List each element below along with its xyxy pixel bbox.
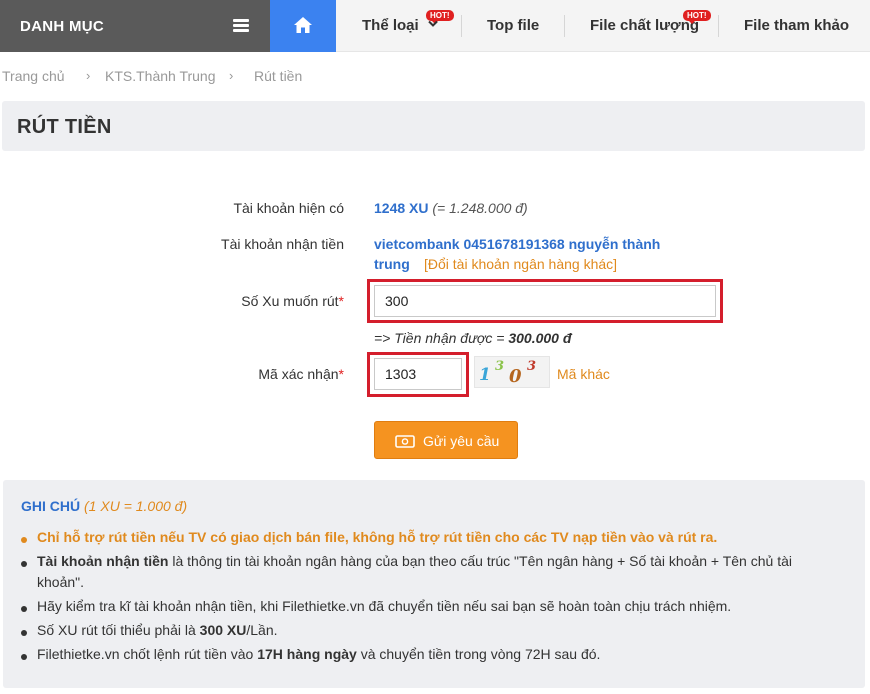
submit-button[interactable]: Gửi yêu cầu bbox=[374, 421, 518, 459]
chevron-down-icon bbox=[428, 20, 438, 27]
account-balance-label: Tài khoản hiện có bbox=[233, 200, 344, 216]
bullet bbox=[21, 654, 27, 660]
page-title: RÚT TIỀN bbox=[17, 116, 112, 138]
category-menu-button[interactable]: DANH MỤC bbox=[0, 0, 270, 52]
category-menu-label: DANH MỤC bbox=[20, 18, 105, 35]
notes-title: GHI CHÚ (1 XU = 1.000 đ) bbox=[21, 498, 188, 514]
page-title-panel: RÚT TIỀN bbox=[2, 101, 865, 151]
receive-account-value-line1: vietcombank 0451678191368 nguyễn thành bbox=[374, 236, 661, 252]
hamburger-icon bbox=[233, 19, 249, 32]
bullet bbox=[21, 630, 27, 636]
breadcrumb-link-home[interactable]: Trang chủ bbox=[2, 68, 65, 84]
nav-item-file-tham-khao[interactable]: File tham khảo bbox=[744, 0, 849, 52]
breadcrumb-separator: › bbox=[229, 68, 234, 83]
note-item: Hãy kiểm tra kĩ tài khoản nhận tiền, khi… bbox=[37, 598, 732, 614]
top-nav: DANH MỤC Thể loại HOT! Top file File chấ… bbox=[0, 0, 870, 52]
home-icon bbox=[294, 17, 312, 33]
note-item: Số XU rút tối thiểu phải là 300 XU/Lần. bbox=[37, 622, 278, 638]
receive-amount-text: => Tiền nhận được = 300.000 đ bbox=[374, 330, 572, 346]
nav-item-label: File chất lượng bbox=[590, 17, 700, 34]
breadcrumb-current: Rút tiền bbox=[254, 68, 303, 84]
nav-divider bbox=[461, 15, 462, 37]
captcha-input[interactable] bbox=[374, 358, 462, 390]
bullet bbox=[21, 537, 27, 543]
hot-badge: HOT! bbox=[683, 10, 711, 24]
captcha-label: Mã xác nhận* bbox=[258, 366, 344, 382]
bullet bbox=[21, 561, 27, 567]
nav-divider bbox=[564, 15, 565, 37]
receive-account-label: Tài khoản nhận tiền bbox=[221, 236, 344, 252]
notes-panel: GHI CHÚ (1 XU = 1.000 đ) Chỉ hỗ trợ rút … bbox=[3, 480, 865, 688]
nav-item-the-loai[interactable]: Thể loại bbox=[362, 0, 419, 52]
submit-button-label: Gửi yêu cầu bbox=[423, 433, 500, 449]
nav-item-label: Thể loại bbox=[362, 17, 419, 34]
change-bank-link[interactable]: [Đổi tài khoản ngân hàng khác] bbox=[424, 256, 617, 272]
captcha-image: 1 3 0 3 bbox=[474, 356, 550, 388]
note-item: Filethietke.vn chốt lệnh rút tiền vào 17… bbox=[37, 646, 601, 662]
breadcrumb-separator: › bbox=[86, 68, 91, 83]
nav-item-top-file[interactable]: Top file bbox=[487, 0, 539, 52]
nav-item-label: File tham khảo bbox=[744, 17, 850, 34]
money-icon bbox=[395, 435, 415, 448]
captcha-refresh-link[interactable]: Mã khác bbox=[557, 366, 610, 382]
amount-input[interactable] bbox=[374, 285, 716, 317]
note-item: Tài khoản nhận tiền là thông tin tài kho… bbox=[37, 553, 792, 590]
note-item: Chỉ hỗ trợ rút tiền nếu TV có giao dịch … bbox=[37, 529, 718, 545]
amount-label: Số Xu muốn rút* bbox=[241, 293, 344, 309]
nav-item-label: Top file bbox=[487, 17, 540, 34]
bullet bbox=[21, 606, 27, 612]
nav-divider bbox=[718, 15, 719, 37]
breadcrumb-link-user[interactable]: KTS.Thành Trung bbox=[105, 68, 216, 84]
account-balance-value: 1248 XU (= 1.248.000 đ) bbox=[374, 200, 528, 216]
receive-account-value-line2: trung bbox=[374, 256, 410, 272]
home-button[interactable] bbox=[270, 0, 336, 52]
nav-item-file-chat-luong[interactable]: File chất lượng bbox=[590, 0, 699, 52]
